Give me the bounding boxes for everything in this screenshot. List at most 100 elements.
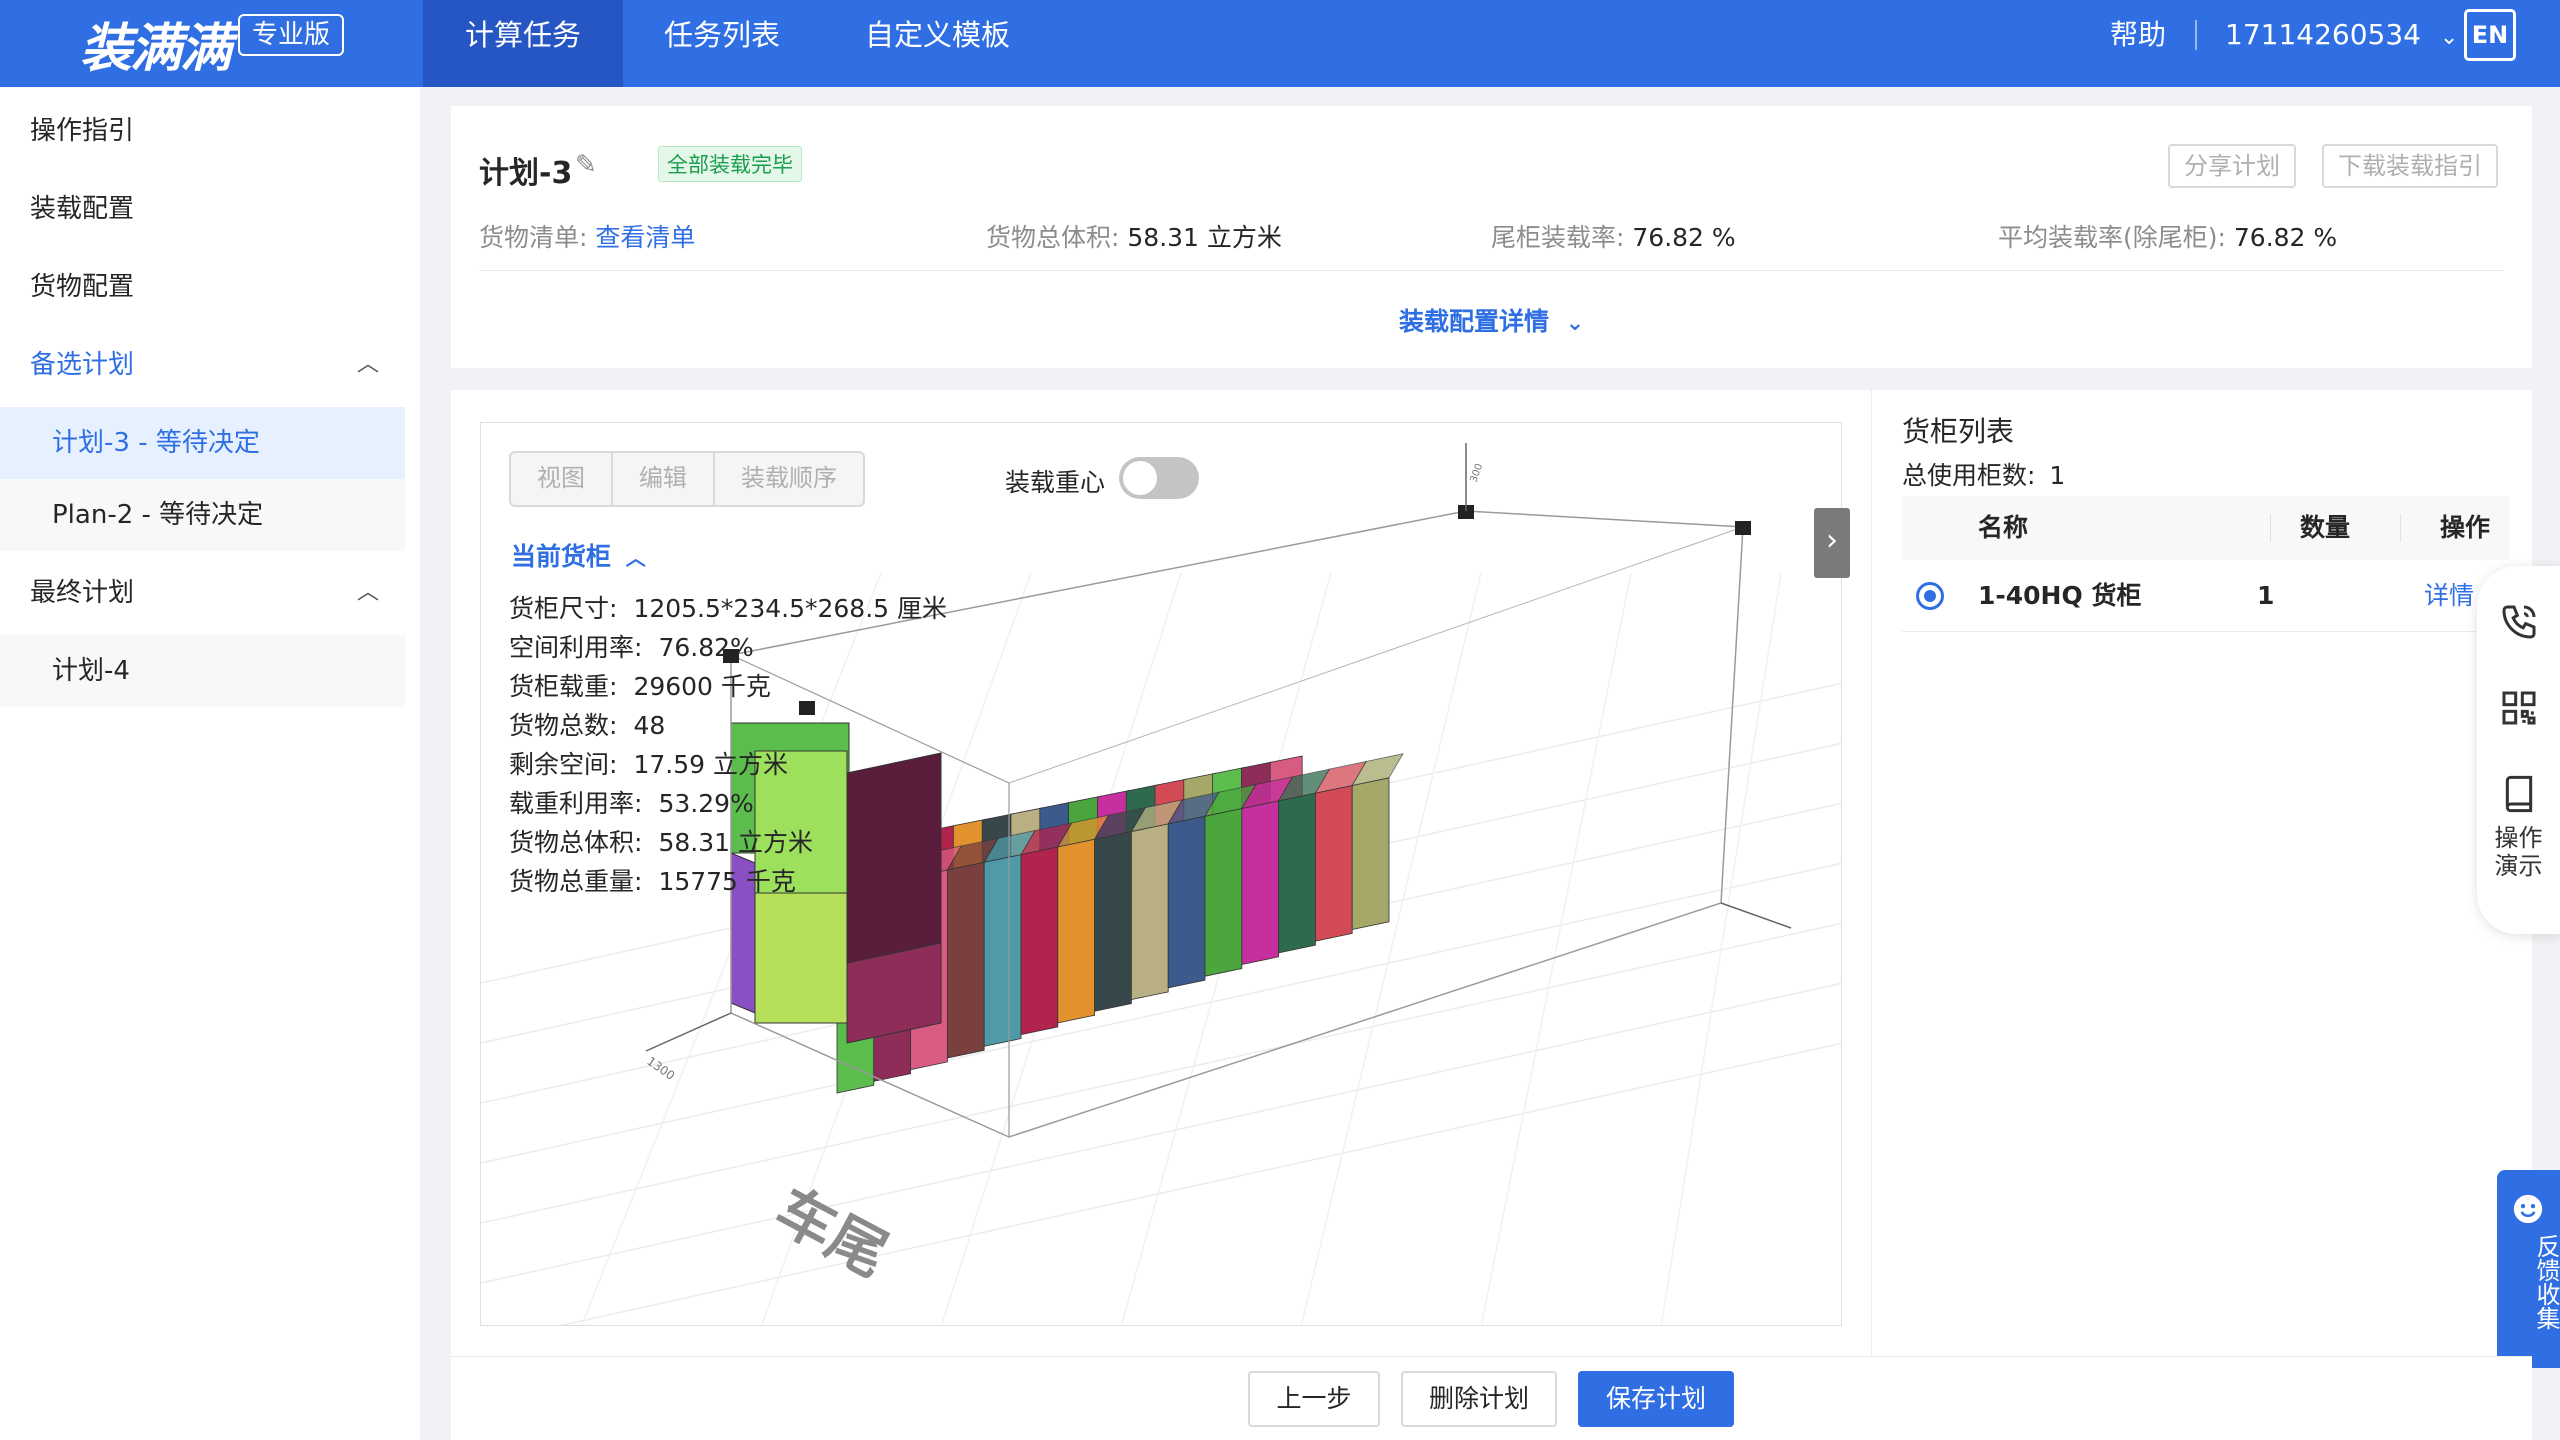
chevron-up-icon: ︿ — [356, 352, 379, 377]
view-mode-segmented-control: 视图 编辑 装载顺序 — [509, 451, 865, 507]
view-mode-button[interactable]: 视图 — [511, 453, 613, 505]
cargo-list-label: 货物清单: — [479, 223, 588, 252]
sidebar-group-label: 备选计划 — [30, 350, 135, 380]
demo-book-button[interactable]: 操作演示 — [2477, 774, 2560, 880]
info-max-load: 货柜载重: 29600 千克 — [509, 667, 947, 706]
info-label: 货物总重量: — [509, 867, 643, 896]
total-volume-label: 货物总体积: — [986, 223, 1120, 252]
grid-line — [1480, 572, 1632, 1325]
info-value: 29600 千克 — [633, 672, 771, 701]
app-logo[interactable]: 装满满 — [80, 6, 232, 81]
previous-step-button[interactable]: 上一步 — [1248, 1371, 1380, 1427]
tab-task-list[interactable]: 任务列表 — [622, 0, 822, 87]
container-list-panel: 货柜列表 总使用柜数: 1 名称 数量 操作 1-40HQ 货柜 1 详情 — [1871, 390, 2532, 1356]
config-detail-label: 装载配置详情 — [1399, 307, 1550, 336]
smile-icon — [2511, 1192, 2545, 1230]
column-header-name: 名称 — [1978, 513, 2029, 542]
toggle-knob — [1123, 461, 1157, 495]
container-quantity: 1 — [2257, 581, 2275, 610]
sidebar-group-final-plans[interactable]: 最终计划 ︿ — [0, 557, 405, 629]
sidebar: 操作指引 装载配置 货物配置 备选计划 ︿ 计划-3 - 等待决定 Plan-2… — [0, 87, 420, 1440]
info-size: 货柜尺寸: 1205.5*234.5*268.5 厘米 — [509, 589, 947, 628]
grid-line — [1300, 572, 1482, 1325]
column-header-action: 操作 — [2440, 513, 2491, 542]
cargo-list-stat: 货物清单: 查看清单 — [479, 218, 695, 254]
status-badge: 全部装载完毕 — [658, 146, 802, 182]
info-space-utilization: 空间利用率: 76.82% — [509, 628, 947, 667]
tab-compute-task[interactable]: 计算任务 — [423, 0, 624, 87]
account-menu[interactable]: 17114260534 ⌄ — [2225, 0, 2458, 70]
current-container-toggle[interactable]: 当前货柜 ︿ — [511, 537, 646, 573]
container-table-header: 名称 数量 操作 — [1902, 496, 2510, 560]
info-cargo-volume: 货物总体积: 58.31 立方米 — [509, 823, 947, 862]
expand-panel-button[interactable]: › — [1814, 508, 1850, 578]
info-value: 15775 千克 — [658, 867, 796, 896]
sidebar-item-guide[interactable]: 操作指引 — [0, 95, 405, 167]
container-total-value: 1 — [2049, 461, 2066, 490]
plan-summary-card: 计划-3 ✎ 全部装载完毕 分享计划 下载装载指引 货物清单: 查看清单 货物总… — [451, 106, 2532, 368]
edit-mode-button[interactable]: 编辑 — [613, 453, 715, 505]
info-remaining-space: 剩余空间: 17.59 立方米 — [509, 745, 947, 784]
center-of-gravity-toggle[interactable] — [1119, 457, 1199, 499]
avg-rate-label: 平均装载率(除尾柜): — [1998, 223, 2226, 252]
chevron-up-icon: ︿ — [625, 546, 646, 570]
load-order-mode-button[interactable]: 装载顺序 — [715, 453, 863, 505]
sidebar-group-alternative-plans[interactable]: 备选计划 ︿ — [0, 329, 405, 401]
container-radio[interactable] — [1916, 582, 1944, 610]
cargo-box — [1057, 838, 1095, 1024]
phone-icon[interactable] — [2477, 602, 2560, 646]
download-guide-button[interactable]: 下载装载指引 — [2322, 144, 2498, 188]
column-divider — [2400, 514, 2401, 542]
cargo-box — [1167, 815, 1206, 989]
feedback-button[interactable]: 反馈收集 — [2497, 1170, 2560, 1368]
config-detail-toggle[interactable]: 装载配置详情 ⌄ — [1399, 302, 1584, 338]
column-divider — [2270, 514, 2271, 542]
qr-code-icon[interactable] — [2477, 688, 2560, 732]
container-name: 1-40HQ 货柜 — [1978, 581, 2142, 610]
container-3d-viewer[interactable]: 300 1300 车尾 视图 编辑 装载顺序 装载重心 当前货柜 ︿ 货柜尺寸: 12… — [480, 422, 1842, 1326]
chevron-down-icon: ⌄ — [1565, 311, 1585, 336]
cargo-box — [1315, 784, 1353, 942]
cargo-box — [1278, 792, 1316, 954]
view-cargo-list-link[interactable]: 查看清单 — [595, 223, 695, 252]
book-icon — [2477, 774, 2560, 818]
table-row[interactable]: 1-40HQ 货柜 1 详情 — [1902, 560, 2510, 632]
plan-title: 计划-3 — [479, 156, 573, 191]
info-value: 1205.5*234.5*268.5 厘米 — [633, 594, 947, 623]
axis-tick-label: 300 — [1468, 462, 1485, 484]
container-detail-link[interactable]: 详情 — [2424, 560, 2474, 632]
sidebar-item-load-config[interactable]: 装载配置 — [0, 173, 405, 245]
cargo-box — [983, 854, 1022, 1047]
account-number: 17114260534 — [2225, 18, 2421, 51]
sidebar-item-plan-3[interactable]: 计划-3 - 等待决定 — [0, 407, 405, 479]
cargo-box — [1241, 800, 1279, 966]
info-label: 剩余空间: — [509, 750, 618, 779]
sidebar-item-cargo-config[interactable]: 货物配置 — [0, 251, 405, 323]
axis-line — [645, 1012, 732, 1052]
avg-rate-value: 76.82 % — [2233, 223, 2338, 252]
help-link[interactable]: 帮助 — [2110, 0, 2166, 70]
sidebar-item-plan-2[interactable]: Plan-2 - 等待决定 — [0, 479, 405, 551]
grid-line — [559, 1042, 1841, 1325]
info-label: 货物总数: — [509, 711, 618, 740]
language-switch-button[interactable]: EN — [2464, 9, 2516, 61]
floating-toolbar: 操作演示 — [2477, 566, 2560, 934]
sidebar-item-plan-4[interactable]: 计划-4 — [0, 635, 405, 707]
cargo-box — [1351, 777, 1390, 930]
top-navigation-bar: 装满满 专业版 计算任务 任务列表 自定义模板 帮助 17114260534 ⌄… — [0, 0, 2560, 87]
footer-actions: 上一步 删除计划 保存计划 — [451, 1356, 2532, 1440]
edit-icon[interactable]: ✎ — [575, 150, 597, 180]
cargo-box — [946, 861, 985, 1059]
delete-plan-button[interactable]: 删除计划 — [1401, 1371, 1557, 1427]
info-label: 货物总体积: — [509, 828, 643, 857]
info-value: 76.82% — [658, 633, 754, 662]
save-plan-button[interactable]: 保存计划 — [1578, 1371, 1734, 1427]
share-plan-button[interactable]: 分享计划 — [2168, 144, 2296, 188]
info-label: 空间利用率: — [509, 633, 643, 662]
info-cargo-weight: 货物总重量: 15775 千克 — [509, 862, 947, 901]
tab-custom-template[interactable]: 自定义模板 — [823, 0, 1052, 87]
grid-line — [1660, 572, 1782, 1325]
info-label: 货柜载重: — [509, 672, 618, 701]
cargo-box — [1094, 831, 1132, 1012]
grid-line — [481, 982, 1841, 1284]
